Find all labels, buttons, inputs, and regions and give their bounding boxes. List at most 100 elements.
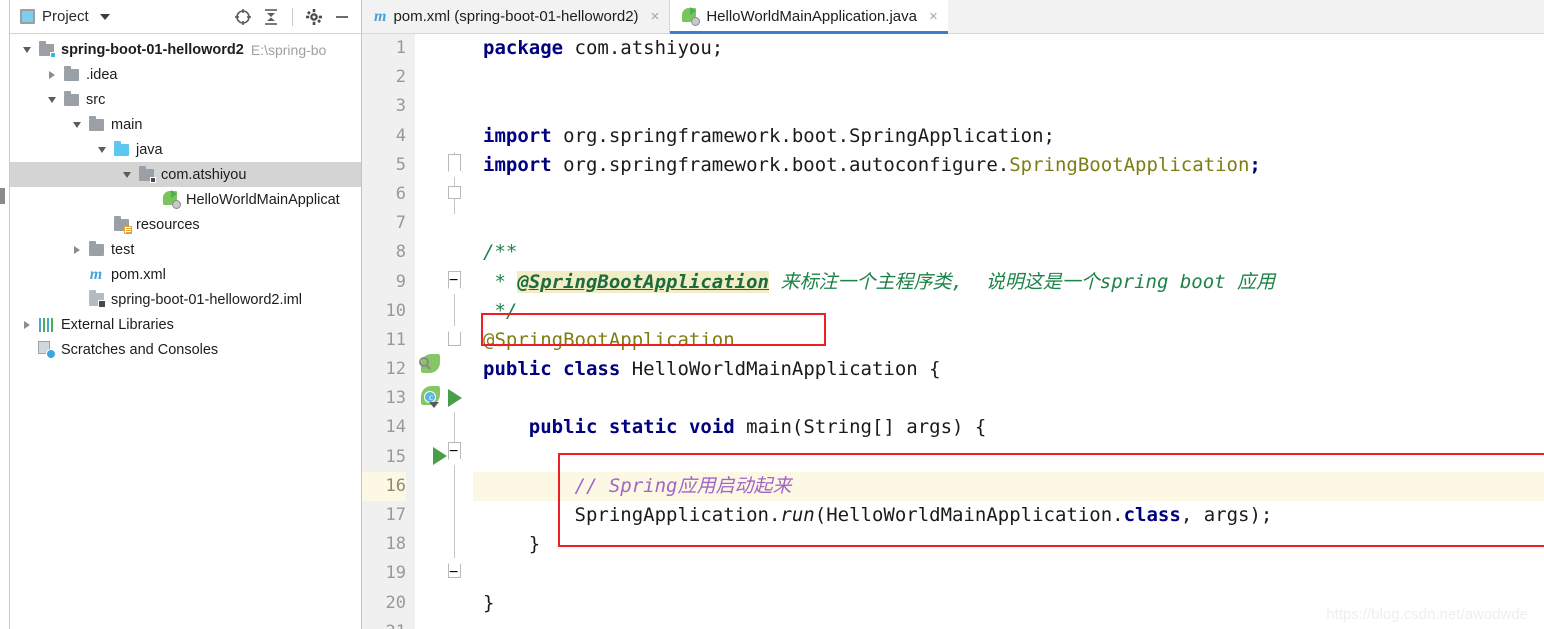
tree-item-test[interactable]: test xyxy=(10,237,361,262)
tree-item--idea[interactable]: .idea xyxy=(10,62,361,87)
tree-expander[interactable] xyxy=(68,121,86,128)
code-line-1[interactable]: package com.atshiyou; xyxy=(473,34,1544,63)
tree-expander[interactable] xyxy=(93,146,111,153)
code-editor[interactable]: 123456789101112131415161718192021 − − − … xyxy=(362,34,1544,629)
code-line-15[interactable] xyxy=(473,443,1544,472)
chevron-down-icon[interactable] xyxy=(99,13,110,20)
code-line-6[interactable] xyxy=(473,180,1544,209)
spring-bean-search-icon[interactable] xyxy=(419,354,440,373)
tree-expander[interactable] xyxy=(18,320,36,329)
fold-marker-import-end[interactable] xyxy=(448,186,461,199)
code-line-18[interactable]: } xyxy=(473,530,1544,559)
tree-item-java[interactable]: java xyxy=(10,137,361,162)
code-line-14[interactable]: public static void main(String[] args) { xyxy=(473,413,1544,442)
tree-item-external-libraries[interactable]: External Libraries xyxy=(10,312,361,337)
tree-item-label: spring-boot-01-helloword2.iml xyxy=(111,291,303,308)
code-line-3[interactable] xyxy=(473,92,1544,121)
libraries-icon xyxy=(38,317,54,332)
editor-tabbar: m pom.xml (spring-boot-01-helloword2) × Hel… xyxy=(362,0,1544,34)
line-number: 16 xyxy=(362,471,406,501)
line-number: 6 xyxy=(395,183,406,204)
line-number: 14 xyxy=(385,417,406,438)
code-line-12[interactable]: public class HelloWorldMainApplication { xyxy=(473,355,1544,384)
close-icon[interactable]: × xyxy=(929,8,938,25)
code-line-4[interactable]: import org.springframework.boot.SpringAp… xyxy=(473,122,1544,151)
code-content[interactable]: package com.atshiyou; import org.springf… xyxy=(473,34,1544,629)
project-panel: Project spring-boot-01-helloword2 E:\spr… xyxy=(10,0,362,629)
code-line-11[interactable]: @SpringBootApplication xyxy=(473,326,1544,355)
tree-item-label: External Libraries xyxy=(61,316,174,333)
code-line-10[interactable]: */ xyxy=(473,297,1544,326)
line-number: 11 xyxy=(385,329,406,350)
fold-marker-javadoc-start[interactable]: − xyxy=(448,271,461,289)
tree-item-label: pom.xml xyxy=(111,266,166,283)
tree-item-scratches-and-consoles[interactable]: Scratches and Consoles xyxy=(10,337,361,362)
line-number: 9 xyxy=(395,271,406,292)
tree-expander[interactable] xyxy=(43,70,61,79)
maven-m-icon: m xyxy=(89,265,103,283)
tree-item-com-atshiyou[interactable]: com.atshiyou xyxy=(10,162,361,187)
iml-module-icon xyxy=(88,290,106,308)
tree-expander[interactable] xyxy=(68,245,86,254)
tree-item-resources[interactable]: resources xyxy=(10,212,361,237)
project-panel-header: Project xyxy=(10,0,361,34)
tree-item-helloworldmainapplicat[interactable]: HelloWorldMainApplicat xyxy=(10,187,361,212)
fold-marker-class-end[interactable]: − xyxy=(448,564,461,581)
minimize-icon[interactable] xyxy=(329,4,355,30)
collapse-all-icon[interactable] xyxy=(258,4,284,30)
code-line-2[interactable] xyxy=(473,63,1544,92)
tree-expander[interactable] xyxy=(18,46,36,53)
tree-item-spring-boot-01-helloword2[interactable]: spring-boot-01-helloword2 E:\spring-bo xyxy=(10,37,361,62)
code-line-16[interactable]: // Spring应用启动起来 xyxy=(473,471,1544,501)
code-line-8[interactable]: /** xyxy=(473,238,1544,267)
project-panel-title: Project xyxy=(42,8,89,25)
panel-scrollbar-thumb[interactable] xyxy=(0,188,5,204)
code-line-17[interactable]: SpringApplication.run(HelloWorldMainAppl… xyxy=(473,501,1544,530)
resources-folder-icon xyxy=(113,215,132,234)
line-number: 8 xyxy=(395,242,406,263)
tree-item-pom-xml[interactable]: m pom.xml xyxy=(10,262,361,287)
package-folder-icon xyxy=(138,165,156,183)
spring-bean-icon[interactable]: c xyxy=(421,386,440,408)
project-title-group[interactable]: Project xyxy=(20,8,110,25)
fold-marker-method-start[interactable]: − xyxy=(448,442,461,460)
tree-item-src[interactable]: src xyxy=(10,87,361,112)
tree-expander[interactable] xyxy=(118,171,136,178)
code-line-5[interactable]: import org.springframework.boot.autoconf… xyxy=(473,151,1544,180)
folder-blue-icon xyxy=(113,140,129,156)
locate-target-icon[interactable] xyxy=(230,4,256,30)
editor-tab-label: HelloWorldMainApplication.java xyxy=(706,8,917,25)
editor-tab-helloworldmainapplication-java[interactable]: HelloWorldMainApplication.java × xyxy=(670,0,949,34)
code-line-7[interactable] xyxy=(473,209,1544,238)
line-number: 21 xyxy=(362,618,406,629)
tree-expander[interactable] xyxy=(43,96,61,103)
ide-window: Project spring-boot-01-helloword2 E:\spr… xyxy=(0,0,1544,629)
run-class-icon[interactable] xyxy=(448,389,462,407)
tree-item-label: test xyxy=(111,241,135,258)
run-main-icon[interactable] xyxy=(433,447,447,465)
tree-item-label: com.atshiyou xyxy=(161,166,247,183)
line-number: 18 xyxy=(385,534,406,555)
icon-fold-gutter: − − − c xyxy=(415,34,473,629)
tree-item-spring-boot-01-helloword2-iml[interactable]: spring-boot-01-helloword2.iml xyxy=(10,287,361,312)
editor-area: m pom.xml (spring-boot-01-helloword2) × Hel… xyxy=(362,0,1544,629)
code-line-19[interactable] xyxy=(473,559,1544,588)
editor-tab-pom-xml[interactable]: m pom.xml (spring-boot-01-helloword2) × xyxy=(362,0,670,33)
line-number: 20 xyxy=(385,592,406,613)
tree-item-main[interactable]: main xyxy=(10,112,361,137)
line-number: 7 xyxy=(395,213,406,234)
line-number: 10 xyxy=(385,300,406,321)
folder-gray-icon xyxy=(88,240,104,256)
project-icon xyxy=(20,9,35,24)
gear-icon[interactable] xyxy=(301,4,327,30)
fold-marker-import-start[interactable] xyxy=(448,154,461,171)
code-line-13[interactable] xyxy=(473,384,1544,413)
tree-item-label: HelloWorldMainApplicat xyxy=(186,191,340,208)
tree-item-label: spring-boot-01-helloword2 xyxy=(61,41,244,58)
line-number: 15 xyxy=(385,446,406,467)
project-panel-toolbar xyxy=(230,4,355,30)
toolbar-divider xyxy=(292,7,293,26)
code-line-9[interactable]: * @SpringBootApplication 来标注一个主程序类, 说明这是… xyxy=(473,268,1544,297)
close-icon[interactable]: × xyxy=(651,8,660,25)
fold-marker-javadoc-end[interactable] xyxy=(448,332,461,346)
